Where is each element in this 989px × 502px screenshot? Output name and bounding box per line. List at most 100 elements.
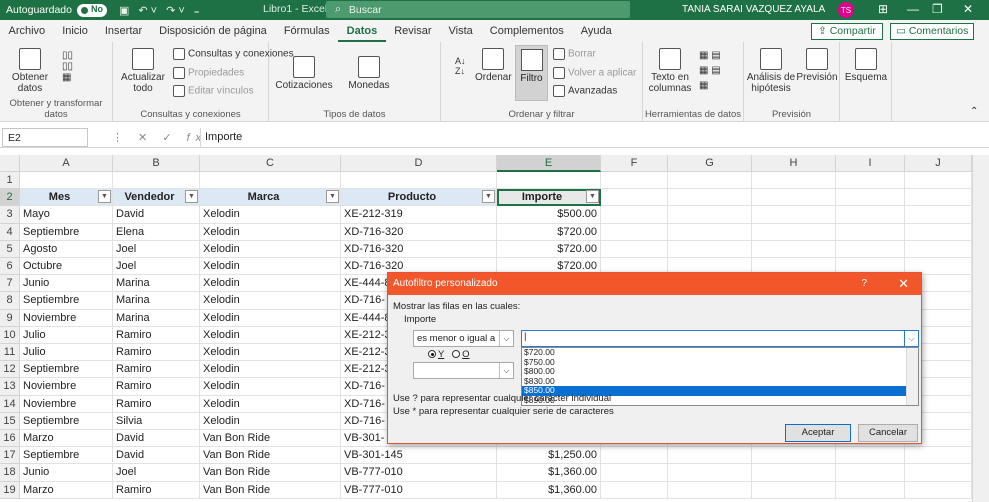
text-to-columns-button[interactable]: Texto en columnas bbox=[647, 48, 693, 94]
row-header[interactable]: 12 bbox=[0, 361, 20, 379]
sort-az-icon[interactable]: A↓ Z↓ bbox=[455, 56, 466, 76]
row-header[interactable]: 9 bbox=[0, 309, 20, 327]
column-header-b[interactable]: B bbox=[113, 155, 200, 172]
row-header[interactable]: 4 bbox=[0, 223, 20, 241]
row-header[interactable]: 19 bbox=[0, 481, 20, 499]
table-cell[interactable]: Van Bon Ride bbox=[200, 447, 341, 465]
table-cell[interactable]: Agosto bbox=[20, 240, 113, 258]
data-tools-icons[interactable]: ▦ ▤ ▦ ▤ ▦ bbox=[699, 48, 721, 93]
table-cell[interactable]: Van Bon Ride bbox=[200, 464, 341, 482]
table-cell[interactable]: Xelodin bbox=[200, 361, 341, 379]
table-cell[interactable]: Septiembre bbox=[20, 447, 113, 465]
column-header-g[interactable]: G bbox=[668, 155, 752, 172]
table-cell[interactable]: David bbox=[113, 206, 200, 224]
table-header-cell[interactable]: Mes ▼ bbox=[20, 189, 113, 207]
cell[interactable] bbox=[905, 240, 972, 258]
table-cell[interactable]: Joel bbox=[113, 464, 200, 482]
dialog-close-icon[interactable]: ✕ bbox=[898, 273, 909, 295]
cell[interactable] bbox=[836, 223, 905, 241]
table-cell[interactable]: Xelodin bbox=[200, 240, 341, 258]
table-cell[interactable]: Marzo bbox=[20, 481, 113, 499]
cell[interactable] bbox=[668, 447, 752, 465]
table-cell[interactable]: VB-777-010 bbox=[341, 481, 497, 499]
cell[interactable] bbox=[668, 464, 752, 482]
tab-datos[interactable]: Datos bbox=[338, 20, 386, 42]
column-header-e[interactable]: E bbox=[497, 155, 601, 172]
tab-vista[interactable]: Vista bbox=[440, 20, 481, 42]
table-cell[interactable]: Xelodin bbox=[200, 395, 341, 413]
cell[interactable] bbox=[497, 172, 601, 190]
cell[interactable] bbox=[905, 464, 972, 482]
column-header-h[interactable]: H bbox=[752, 155, 836, 172]
row-header[interactable]: 7 bbox=[0, 275, 20, 293]
reapply-button[interactable]: Volver a aplicar bbox=[553, 67, 636, 79]
table-cell[interactable]: Marzo bbox=[20, 430, 113, 448]
minimize-icon[interactable]: — bbox=[907, 2, 919, 16]
ok-button[interactable]: Aceptar bbox=[785, 424, 851, 442]
formula-input[interactable]: Importe bbox=[200, 128, 987, 147]
cell[interactable] bbox=[668, 172, 752, 190]
cell[interactable] bbox=[601, 447, 668, 465]
cell[interactable] bbox=[752, 172, 836, 190]
cell[interactable] bbox=[601, 223, 668, 241]
tab-inicio[interactable]: Inicio bbox=[54, 20, 97, 42]
row-header[interactable]: 8 bbox=[0, 292, 20, 310]
and-radio[interactable]: Y bbox=[428, 349, 444, 360]
table-cell[interactable]: Ramiro bbox=[113, 395, 200, 413]
row-header[interactable]: 13 bbox=[0, 378, 20, 396]
comments-button[interactable]: ▭ Comentarios bbox=[890, 23, 975, 40]
list-scrollbar[interactable] bbox=[906, 348, 918, 405]
what-if-button[interactable]: Análisis de hipótesis bbox=[746, 48, 796, 94]
table-cell[interactable]: $1,360.00 bbox=[497, 464, 601, 482]
table-cell[interactable]: David bbox=[113, 430, 200, 448]
cell[interactable] bbox=[836, 240, 905, 258]
table-cell[interactable]: Ramiro bbox=[113, 481, 200, 499]
table-cell[interactable]: Septiembre bbox=[20, 292, 113, 310]
table-cell[interactable]: Xelodin bbox=[200, 223, 341, 241]
table-cell[interactable]: XE-212-319 bbox=[341, 206, 497, 224]
name-box[interactable]: E2 bbox=[2, 128, 88, 147]
redo-icon[interactable]: ↷ ˅ bbox=[166, 4, 185, 17]
cell[interactable] bbox=[752, 447, 836, 465]
tab-disposicion[interactable]: Disposición de página bbox=[151, 20, 276, 42]
table-cell[interactable]: $1,250.00 bbox=[497, 447, 601, 465]
cell[interactable] bbox=[752, 464, 836, 482]
row-header[interactable]: 14 bbox=[0, 395, 20, 413]
row-header[interactable]: 17 bbox=[0, 447, 20, 465]
table-cell[interactable]: Xelodin bbox=[200, 378, 341, 396]
table-cell[interactable]: VB-777-010 bbox=[341, 464, 497, 482]
restore-icon[interactable]: ❐ bbox=[932, 2, 943, 16]
get-data-button[interactable]: Obtener datos bbox=[6, 48, 54, 94]
table-cell[interactable]: Xelodin bbox=[200, 258, 341, 276]
cell[interactable] bbox=[601, 464, 668, 482]
table-cell[interactable]: XD-716-320 bbox=[341, 240, 497, 258]
edit-links-button[interactable]: Editar vínculos bbox=[173, 85, 254, 97]
table-cell[interactable]: Septiembre bbox=[20, 223, 113, 241]
undo-icon[interactable]: ↶ ˅ bbox=[138, 4, 157, 17]
stocks-button[interactable]: Cotizaciones bbox=[275, 56, 333, 91]
cell[interactable] bbox=[113, 172, 200, 190]
table-cell[interactable]: Marina bbox=[113, 292, 200, 310]
cell[interactable] bbox=[752, 223, 836, 241]
table-cell[interactable]: Van Bon Ride bbox=[200, 430, 341, 448]
tab-insertar[interactable]: Insertar bbox=[96, 20, 150, 42]
table-cell[interactable]: David bbox=[113, 447, 200, 465]
table-cell[interactable]: Marina bbox=[113, 309, 200, 327]
row-header[interactable]: 1 bbox=[0, 172, 20, 190]
table-cell[interactable]: Xelodin bbox=[200, 326, 341, 344]
filter-dropdown-icon[interactable]: ▼ bbox=[482, 190, 495, 204]
ribbon-display-icon[interactable]: ⊞ bbox=[878, 2, 888, 16]
search-box[interactable]: ⌕ Buscar bbox=[326, 1, 630, 18]
clear-button[interactable]: Borrar bbox=[553, 48, 596, 60]
cell[interactable] bbox=[601, 481, 668, 499]
table-cell[interactable]: $720.00 bbox=[497, 223, 601, 241]
table-cell[interactable]: Septiembre bbox=[20, 361, 113, 379]
cell[interactable] bbox=[601, 240, 668, 258]
or-radio[interactable]: O bbox=[452, 349, 469, 360]
table-cell[interactable]: Van Bon Ride bbox=[200, 481, 341, 499]
table-cell[interactable]: Ramiro bbox=[113, 344, 200, 362]
cell[interactable] bbox=[836, 172, 905, 190]
table-cell[interactable]: Ramiro bbox=[113, 378, 200, 396]
row-header[interactable]: 10 bbox=[0, 326, 20, 344]
table-cell[interactable]: Elena bbox=[113, 223, 200, 241]
